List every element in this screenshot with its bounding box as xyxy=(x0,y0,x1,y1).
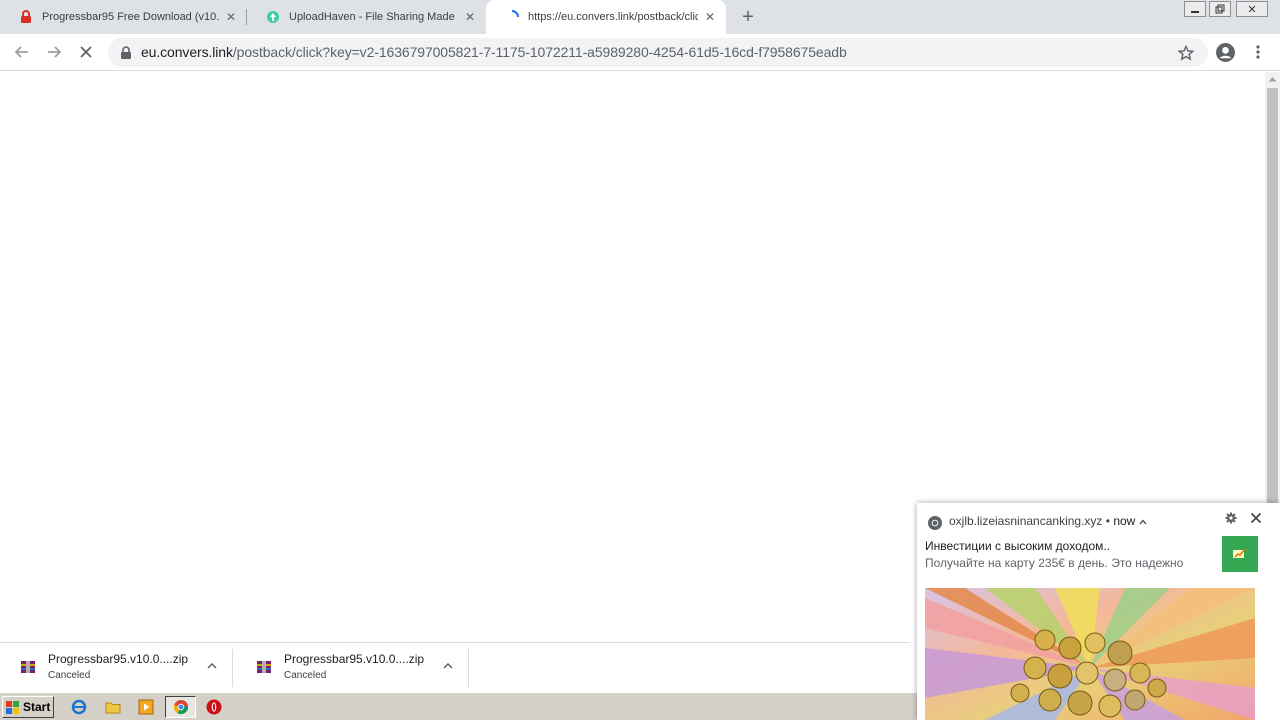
notification-time: now xyxy=(1113,514,1136,528)
close-tab-icon[interactable]: ✕ xyxy=(223,9,239,25)
tab-convers-link[interactable]: https://eu.convers.link/postback/click ✕ xyxy=(486,0,726,34)
forward-arrow-icon xyxy=(48,46,62,58)
tab-title: https://eu.convers.link/postback/click xyxy=(528,11,698,23)
chrome-gray-icon xyxy=(928,516,942,530)
loading-spinner-icon xyxy=(504,9,520,25)
notification-body: Получайте на карту 235€ в день. Это наде… xyxy=(925,556,1184,570)
notification-origin: oxjlb.lizeiasninancanking.xyz xyxy=(949,514,1103,528)
winrar-archive-icon xyxy=(21,661,35,673)
notification-source: oxjlb.lizeiasninancanking.xyz • now xyxy=(949,514,1147,528)
chrome-taskbar-button[interactable] xyxy=(165,696,196,718)
close-notification-icon[interactable] xyxy=(1250,512,1262,524)
download-status: Canceled xyxy=(48,670,91,681)
menu-kebab-icon[interactable] xyxy=(1254,44,1262,60)
close-tab-icon[interactable]: ✕ xyxy=(462,9,478,25)
browser-toolbar: eu.convers.link/postback/click?key=v2-16… xyxy=(0,34,1280,71)
new-tab-button[interactable]: + xyxy=(736,5,760,29)
notification-badge xyxy=(1222,536,1258,572)
download-item[interactable]: Progressbar95.v10.0....zip Canceled xyxy=(0,649,233,687)
red-lock-icon xyxy=(18,9,34,25)
start-label: Start xyxy=(23,700,51,714)
euro-banknotes-image xyxy=(925,588,1255,720)
address-bar[interactable]: eu.convers.link/postback/click?key=v2-16… xyxy=(108,38,1208,67)
media-player-launch[interactable] xyxy=(137,698,155,716)
tab-strip: Progressbar95 Free Download (v10.0 ✕ Upl… xyxy=(0,0,1280,34)
tab-uploadhaven[interactable]: UploadHaven - File Sharing Made Simple ✕ xyxy=(247,0,486,34)
money-chart-icon xyxy=(1233,548,1246,558)
stop-x-icon xyxy=(80,46,92,58)
lock-icon[interactable] xyxy=(120,46,132,59)
expand-chevron-icon[interactable] xyxy=(1139,519,1147,525)
restore-button[interactable] xyxy=(1209,1,1231,17)
minimize-icon xyxy=(1191,11,1199,13)
uploadhaven-logo-icon xyxy=(265,9,281,25)
tab-title: Progressbar95 Free Download (v10.0 xyxy=(42,11,219,23)
chrome-icon xyxy=(173,700,188,715)
minimize-button[interactable] xyxy=(1184,1,1206,17)
opera-icon xyxy=(206,699,222,715)
opera-launch[interactable] xyxy=(205,698,223,716)
download-menu-button[interactable] xyxy=(440,658,456,674)
forward-button[interactable] xyxy=(42,40,66,64)
media-player-icon xyxy=(138,699,154,715)
winrar-archive-icon xyxy=(257,661,271,673)
chevron-up-icon xyxy=(443,663,453,669)
start-button[interactable]: Start xyxy=(2,696,54,718)
restore-icon xyxy=(1215,4,1225,14)
folder-icon xyxy=(105,702,121,714)
back-arrow-icon xyxy=(14,46,28,58)
downloads-shelf: Progressbar95.v10.0....zip Canceled Prog… xyxy=(0,642,910,692)
close-icon: ✕ xyxy=(1247,3,1257,16)
internet-explorer-icon xyxy=(71,699,87,715)
close-window-button[interactable]: ✕ xyxy=(1236,1,1268,17)
url-path: /postback/click?key=v2-1636797005821-7-1… xyxy=(232,44,847,60)
download-menu-button[interactable] xyxy=(204,658,220,674)
tab-progressbar95[interactable]: Progressbar95 Free Download (v10.0 ✕ xyxy=(0,0,247,34)
download-item[interactable]: Progressbar95.v10.0....zip Canceled xyxy=(236,649,469,687)
tab-title: UploadHaven - File Sharing Made Simple xyxy=(289,11,458,23)
stop-loading-button[interactable] xyxy=(74,40,98,64)
windows-logo-icon xyxy=(6,700,19,714)
push-notification[interactable]: oxjlb.lizeiasninancanking.xyz • now Инве… xyxy=(917,503,1280,720)
url-text[interactable]: eu.convers.link/postback/click?key=v2-16… xyxy=(141,44,847,60)
url-host: eu.convers.link xyxy=(141,44,233,60)
close-tab-icon[interactable]: ✕ xyxy=(702,9,718,25)
chevron-up-icon xyxy=(207,663,217,669)
explorer-launch[interactable] xyxy=(104,698,122,716)
download-status: Canceled xyxy=(284,670,327,681)
back-button[interactable] xyxy=(10,40,34,64)
download-filename: Progressbar95.v10.0....zip xyxy=(284,652,425,666)
settings-gear-icon[interactable] xyxy=(1225,512,1237,524)
download-filename: Progressbar95.v10.0....zip xyxy=(48,652,189,666)
notification-title: Инвестиции с высоким доходом.. xyxy=(925,539,1111,553)
scroll-up-icon[interactable] xyxy=(1268,76,1277,82)
profile-avatar-icon[interactable] xyxy=(1215,42,1236,63)
internet-explorer-launch[interactable] xyxy=(70,698,88,716)
bookmark-star-icon[interactable] xyxy=(1178,45,1194,61)
